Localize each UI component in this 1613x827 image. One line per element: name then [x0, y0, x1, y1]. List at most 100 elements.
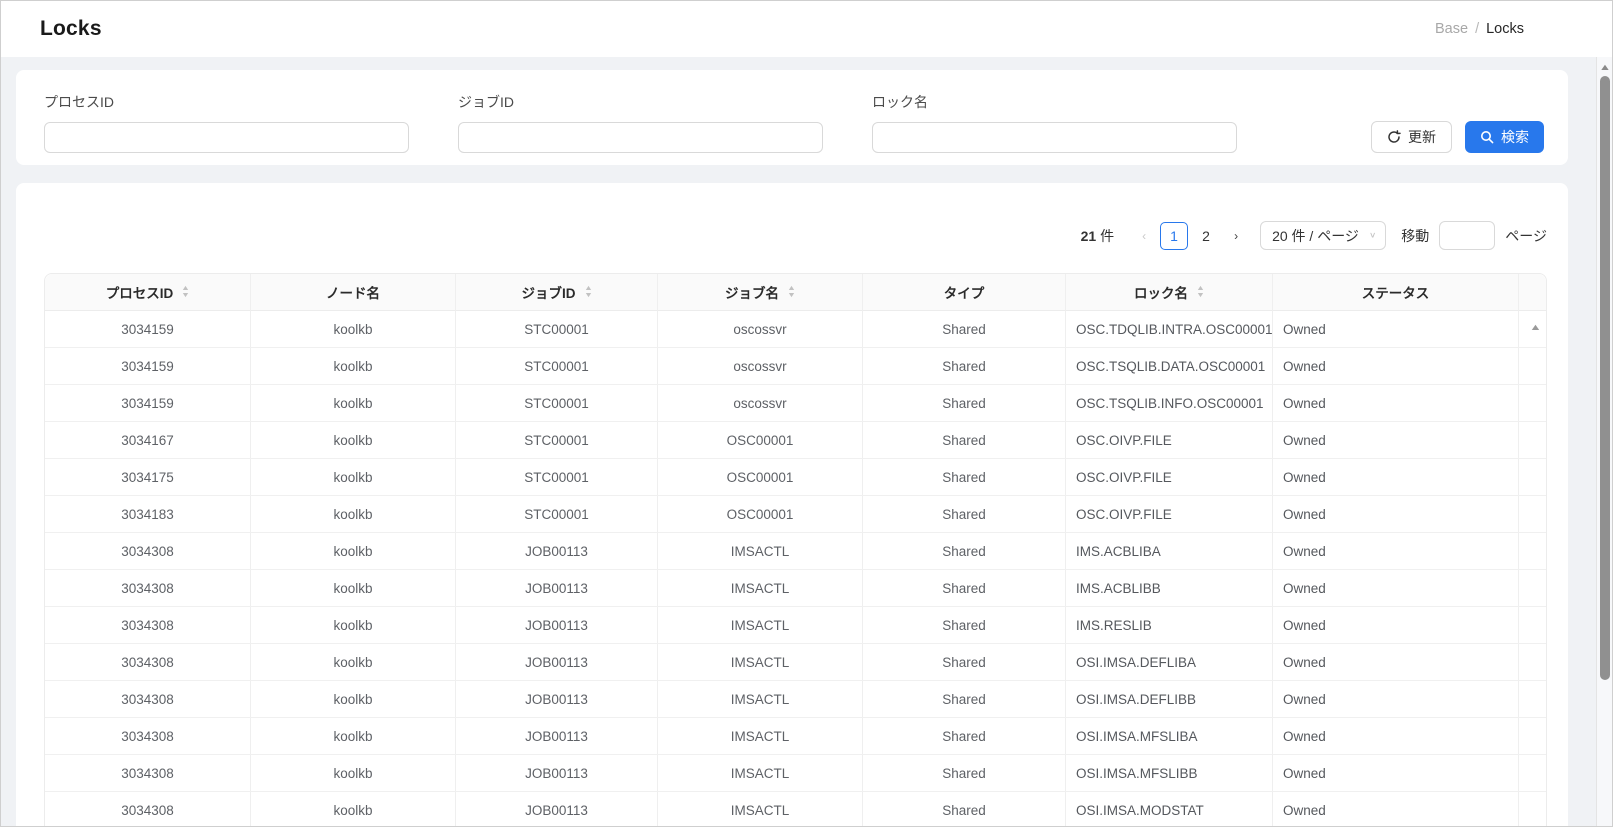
- page-number-1[interactable]: 1: [1160, 222, 1188, 250]
- scrollbar-up-icon[interactable]: ▲: [1594, 62, 1613, 72]
- sort-carets-icon[interactable]: ▲▼: [585, 286, 592, 299]
- cell: Owned: [1273, 311, 1519, 348]
- lock-name-label: ロック名: [872, 92, 1237, 112]
- table-row[interactable]: 3034159koolkbSTC00001oscossvrSharedOSC.T…: [45, 311, 1546, 348]
- column-header[interactable]: ジョブID▲▼: [456, 274, 658, 311]
- scrollbar-gutter-cell: [1519, 459, 1546, 496]
- cell: OSI.IMSA.MFSLIBA: [1066, 718, 1273, 755]
- cell: Shared: [863, 459, 1066, 496]
- table-row[interactable]: 3034308koolkbJOB00113IMSACTLSharedOSI.IM…: [45, 681, 1546, 718]
- cell: oscossvr: [658, 348, 863, 385]
- scrollbar-gutter-cell: [1519, 718, 1546, 755]
- prev-page-button[interactable]: ‹: [1130, 222, 1158, 250]
- cell: Owned: [1273, 755, 1519, 792]
- next-page-button[interactable]: ›: [1222, 222, 1250, 250]
- sort-carets-icon[interactable]: ▲▼: [788, 286, 795, 299]
- cell: koolkb: [251, 533, 456, 570]
- cell: IMSACTL: [658, 644, 863, 681]
- column-header[interactable]: ロック名▲▼: [1066, 274, 1273, 311]
- goto-label: 移動: [1401, 226, 1429, 246]
- cell: Owned: [1273, 496, 1519, 533]
- cell: oscossvr: [658, 385, 863, 422]
- lock-name-input[interactable]: [872, 122, 1237, 153]
- process-id-input[interactable]: [44, 122, 409, 153]
- cell: koolkb: [251, 644, 456, 681]
- page-size-select[interactable]: 20 件 / ページ ∨: [1260, 221, 1386, 250]
- table-row[interactable]: 3034175koolkbSTC00001OSC00001SharedOSC.O…: [45, 459, 1546, 496]
- cell: 3034167: [45, 422, 251, 459]
- chevron-left-icon: ‹: [1142, 229, 1146, 243]
- cell: IMS.ACBLIBA: [1066, 533, 1273, 570]
- column-header-label: プロセスID: [106, 282, 174, 302]
- cell: OSC.OIVP.FILE: [1066, 422, 1273, 459]
- page-number-2[interactable]: 2: [1192, 222, 1220, 250]
- table-row[interactable]: 3034308koolkbJOB00113IMSACTLSharedOSI.IM…: [45, 755, 1546, 792]
- page-scrollbar[interactable]: ▲: [1596, 57, 1613, 827]
- cell: Owned: [1273, 348, 1519, 385]
- cell: 3034308: [45, 792, 251, 827]
- filter-panel: プロセスID ジョブID ロック名 更新: [16, 70, 1568, 165]
- table-scroll-up-icon[interactable]: ▲: [1529, 323, 1541, 332]
- pagination: 21 件 ‹ 12 › 20 件 / ページ ∨ 移動 ページ: [44, 221, 1547, 250]
- page-title: Locks: [40, 17, 102, 41]
- cell: Owned: [1273, 533, 1519, 570]
- cell: IMSACTL: [658, 570, 863, 607]
- cell: IMS.ACBLIBB: [1066, 570, 1273, 607]
- table-row[interactable]: 3034308koolkbJOB00113IMSACTLSharedIMS.AC…: [45, 570, 1546, 607]
- scrollbar-gutter-cell: [1519, 570, 1546, 607]
- cell: IMSACTL: [658, 607, 863, 644]
- cell: OSI.IMSA.MODSTAT: [1066, 792, 1273, 827]
- job-id-input[interactable]: [458, 122, 823, 153]
- goto-page-input[interactable]: [1439, 221, 1495, 250]
- table-row[interactable]: 3034159koolkbSTC00001oscossvrSharedOSC.T…: [45, 385, 1546, 422]
- scrollbar-gutter-cell: [1519, 644, 1546, 681]
- column-header[interactable]: プロセスID ▲▼: [45, 274, 251, 311]
- cell: OSC.TSQLIB.INFO.OSC00001: [1066, 385, 1273, 422]
- scrollbar-gutter-cell: [1519, 533, 1546, 570]
- cell: Owned: [1273, 422, 1519, 459]
- cell: OSC.TSQLIB.DATA.OSC00001: [1066, 348, 1273, 385]
- sort-carets-icon[interactable]: ▲▼: [182, 286, 189, 299]
- refresh-button[interactable]: 更新: [1371, 121, 1452, 153]
- column-header[interactable]: ジョブ名 ▲▼: [658, 274, 863, 311]
- sort-carets-icon[interactable]: ▲▼: [1197, 286, 1204, 299]
- scrollbar-gutter-cell: [1519, 792, 1546, 827]
- table-row[interactable]: 3034167koolkbSTC00001OSC00001SharedOSC.O…: [45, 422, 1546, 459]
- cell: OSC.TDQLIB.INTRA.OSC00001: [1066, 311, 1273, 348]
- breadcrumb-current: Locks: [1486, 21, 1524, 37]
- scrollbar-gutter-cell: [1519, 496, 1546, 533]
- cell: Shared: [863, 607, 1066, 644]
- total-count: 21 件: [1081, 226, 1114, 246]
- cell: Owned: [1273, 792, 1519, 827]
- cell: Owned: [1273, 644, 1519, 681]
- search-button-label: 検索: [1501, 127, 1529, 147]
- column-header-label: タイプ: [944, 282, 985, 302]
- column-header-label: ジョブ名: [725, 282, 779, 302]
- table-row[interactable]: 3034308koolkbJOB00113IMSACTLSharedOSI.IM…: [45, 792, 1546, 827]
- table-row[interactable]: 3034308koolkbJOB00113IMSACTLSharedIMS.RE…: [45, 607, 1546, 644]
- cell: OSC00001: [658, 422, 863, 459]
- cell: 3034308: [45, 644, 251, 681]
- cell: koolkb: [251, 311, 456, 348]
- search-button[interactable]: 検索: [1465, 121, 1544, 153]
- cell: 3034159: [45, 311, 251, 348]
- goto-suffix: ページ: [1505, 226, 1547, 246]
- cell: OSI.IMSA.DEFLIBB: [1066, 681, 1273, 718]
- cell: Owned: [1273, 607, 1519, 644]
- scrollbar-gutter-cell: [1519, 607, 1546, 644]
- breadcrumb-separator: /: [1475, 21, 1479, 37]
- cell: 3034183: [45, 496, 251, 533]
- cell: koolkb: [251, 422, 456, 459]
- table-row[interactable]: 3034183koolkbSTC00001OSC00001SharedOSC.O…: [45, 496, 1546, 533]
- table-row[interactable]: 3034159koolkbSTC00001oscossvrSharedOSC.T…: [45, 348, 1546, 385]
- cell: Owned: [1273, 459, 1519, 496]
- breadcrumb-parent[interactable]: Base: [1435, 21, 1468, 37]
- cell: Shared: [863, 496, 1066, 533]
- table-row[interactable]: 3034308koolkbJOB00113IMSACTLSharedIMS.AC…: [45, 533, 1546, 570]
- table-row[interactable]: 3034308koolkbJOB00113IMSACTLSharedOSI.IM…: [45, 718, 1546, 755]
- cell: STC00001: [456, 459, 658, 496]
- cell: koolkb: [251, 755, 456, 792]
- table-row[interactable]: 3034308koolkbJOB00113IMSACTLSharedOSI.IM…: [45, 644, 1546, 681]
- column-header-label: ノード名: [326, 282, 380, 302]
- scrollbar-thumb[interactable]: [1600, 76, 1610, 680]
